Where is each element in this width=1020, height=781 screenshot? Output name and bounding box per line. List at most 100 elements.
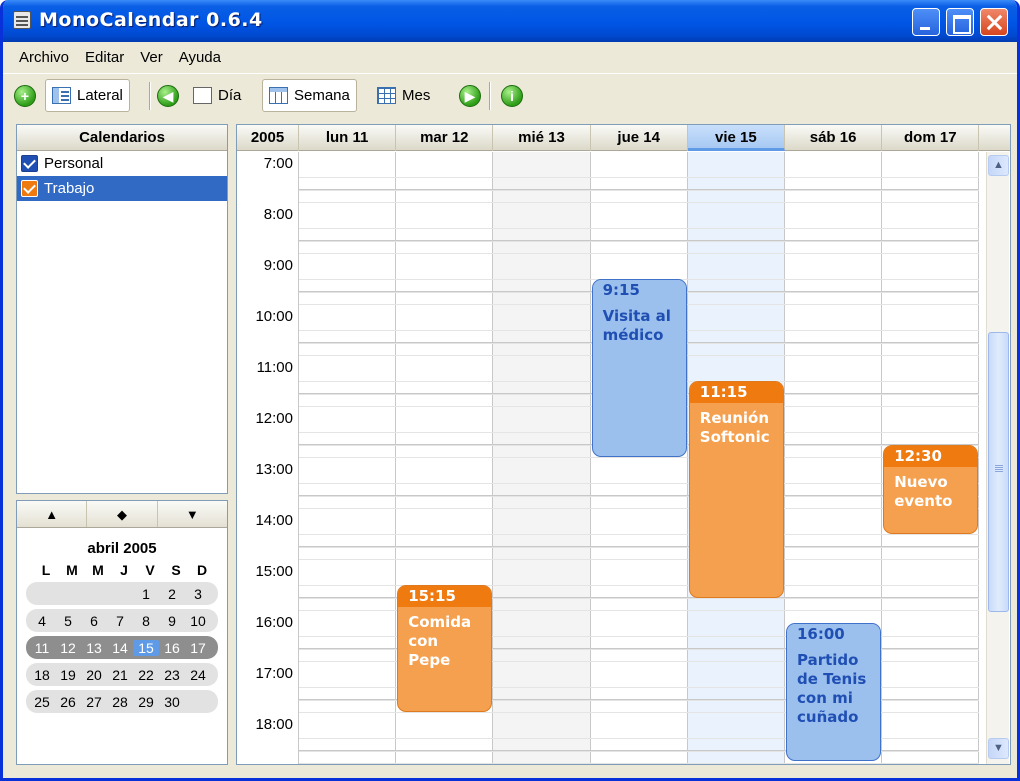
calendar-event[interactable]: 15:15 Comida con Pepe: [397, 584, 493, 713]
toolbar-separator: [489, 82, 491, 110]
mini-calendar-week[interactable]: 11 12 13 14 15 16 17: [26, 636, 218, 659]
mini-calendar-day[interactable]: 25: [29, 694, 55, 710]
year-label: 2005: [237, 125, 299, 151]
mini-calendar-day[interactable]: 16: [159, 640, 185, 656]
mini-calendar-day[interactable]: 17: [185, 640, 211, 656]
week-view-button[interactable]: Semana: [262, 79, 357, 112]
app-window: MonoCalendar 0.6.4 Archivo Editar Ver Ay…: [0, 0, 1020, 781]
menu-bar: Archivo Editar Ver Ayuda: [3, 42, 1017, 72]
hour-label: 9:00: [263, 257, 293, 274]
previous-month-button[interactable]: ▲: [17, 501, 88, 527]
menu-editar[interactable]: Editar: [77, 49, 132, 66]
quarter-gridline: [299, 190, 979, 191]
hour-label: 8:00: [263, 206, 293, 223]
mini-calendar-day[interactable]: 7: [107, 613, 133, 629]
week-view: 2005 lun 11 mar 12 mié 13 jue 14 vie 15 sáb 1…: [236, 124, 1011, 765]
day-header[interactable]: sáb 16: [785, 125, 883, 151]
calendar-item-trabajo[interactable]: Trabajo: [17, 176, 227, 201]
week-header: 2005 lun 11 mar 12 mié 13 jue 14 vie 15 sáb 1…: [237, 125, 1010, 151]
event-time: 16:00: [787, 624, 881, 645]
sidebar-icon: [52, 87, 71, 104]
day-header[interactable]: lun 11: [299, 125, 397, 151]
day-header[interactable]: dom 17: [882, 125, 980, 151]
mini-calendar-day[interactable]: 5: [55, 613, 81, 629]
mini-calendar-day[interactable]: 12: [55, 640, 81, 656]
day-view-button[interactable]: Día: [187, 79, 247, 112]
mini-calendar-day[interactable]: 19: [55, 667, 81, 683]
mini-calendar-day[interactable]: 28: [107, 694, 133, 710]
checkbox-personal[interactable]: [21, 155, 38, 172]
next-arrow-icon[interactable]: ▶: [459, 85, 481, 107]
calendar-label: Trabajo: [44, 180, 95, 197]
mini-calendar-day[interactable]: 8: [133, 613, 159, 629]
calendars-panel: Calendarios Personal Trabajo: [16, 124, 228, 494]
mini-calendar-day[interactable]: 4: [29, 613, 55, 629]
mini-calendar-day[interactable]: 30: [159, 694, 185, 710]
maximize-button[interactable]: [946, 8, 974, 36]
add-event-icon[interactable]: +: [14, 85, 36, 107]
mini-calendar-week[interactable]: 123: [26, 582, 218, 605]
mini-calendar-day[interactable]: 6: [81, 613, 107, 629]
mini-calendar-week[interactable]: 18 19 20 21 22 23 24: [26, 663, 218, 686]
current-month-button[interactable]: ◆: [87, 501, 158, 527]
calendars-header[interactable]: Calendarios: [17, 125, 227, 151]
calendar-event[interactable]: 16:00 Partido de Tenis con mi cuñado: [786, 623, 882, 761]
menu-ayuda[interactable]: Ayuda: [171, 49, 229, 66]
quarter-gridline: [299, 496, 979, 497]
mini-calendar-day[interactable]: 23: [159, 667, 185, 683]
info-icon[interactable]: i: [501, 85, 523, 107]
calendar-event[interactable]: 11:15 Reunión Softonic: [688, 380, 784, 598]
mini-calendar-day[interactable]: 3: [185, 586, 211, 602]
calendar-item-personal[interactable]: Personal: [17, 151, 227, 176]
day-column[interactable]: [591, 152, 688, 764]
day-header[interactable]: vie 15: [687, 125, 785, 151]
quarter-gridline: [299, 253, 979, 254]
menu-ver[interactable]: Ver: [132, 49, 171, 66]
mini-calendar-day[interactable]: 29: [133, 694, 159, 710]
mini-calendar-day[interactable]: 13: [81, 640, 107, 656]
day-column[interactable]: [299, 152, 397, 764]
mini-calendar-day[interactable]: 9: [159, 613, 185, 629]
mini-calendar-day[interactable]: 27: [81, 694, 107, 710]
mini-calendar-day[interactable]: 15: [133, 639, 159, 656]
mini-calendar-day[interactable]: 26: [55, 694, 81, 710]
previous-arrow-icon[interactable]: ◀: [157, 85, 179, 107]
mini-calendar-day[interactable]: 11: [29, 640, 55, 656]
mini-calendar-week[interactable]: 25 26 27 28 29 30: [26, 690, 218, 713]
calendar-event[interactable]: 9:15 Visita al médico: [591, 278, 687, 458]
day-header[interactable]: mar 12: [396, 125, 494, 151]
menu-archivo[interactable]: Archivo: [11, 49, 77, 66]
vertical-scrollbar[interactable]: ▲ ▼: [986, 152, 1009, 764]
app-icon: [13, 11, 31, 29]
calendar-label: Personal: [44, 155, 104, 172]
mini-calendar-day[interactable]: 10: [185, 613, 211, 629]
quarter-gridline: [299, 457, 979, 458]
calendar-event[interactable]: 12:30 Nuevo evento: [883, 444, 979, 534]
close-button[interactable]: [980, 8, 1008, 36]
mini-calendar-day[interactable]: 20: [81, 667, 107, 683]
day-header[interactable]: jue 14: [591, 125, 688, 151]
next-month-button[interactable]: ▼: [158, 501, 227, 527]
mini-calendar-day[interactable]: 21: [107, 667, 133, 683]
mini-calendar: ▲ ◆ ▼ abril 2005 LMMJVSD 1 2 3 4 5 6 7 8 9 10 11 12…: [16, 500, 228, 765]
mini-calendar-day[interactable]: 24: [185, 667, 211, 683]
lateral-toggle-button[interactable]: Lateral: [45, 79, 130, 112]
quarter-gridline: [299, 202, 979, 203]
month-view-button[interactable]: Mes: [371, 79, 436, 112]
mini-calendar-day[interactable]: 18: [29, 667, 55, 683]
mini-calendar-day[interactable]: 14: [107, 640, 133, 656]
title-bar[interactable]: MonoCalendar 0.6.4: [3, 0, 1017, 42]
day-header[interactable]: mié 13: [493, 125, 591, 151]
scroll-up-icon[interactable]: ▲: [988, 155, 1009, 176]
minimize-button[interactable]: [912, 8, 940, 36]
mini-calendar-day[interactable]: 1: [133, 586, 159, 602]
scroll-down-icon[interactable]: ▼: [988, 738, 1009, 759]
weekday-label: S: [171, 562, 181, 578]
mini-calendar-nav: ▲ ◆ ▼: [17, 501, 227, 528]
mini-calendar-day[interactable]: 22: [133, 667, 159, 683]
mini-calendar-week[interactable]: 4 5 6 7 8 9 10: [26, 609, 218, 632]
checkbox-trabajo[interactable]: [21, 180, 38, 197]
mini-calendar-day[interactable]: 2: [159, 586, 185, 602]
scroll-thumb[interactable]: [988, 332, 1009, 612]
day-column[interactable]: [493, 152, 591, 764]
